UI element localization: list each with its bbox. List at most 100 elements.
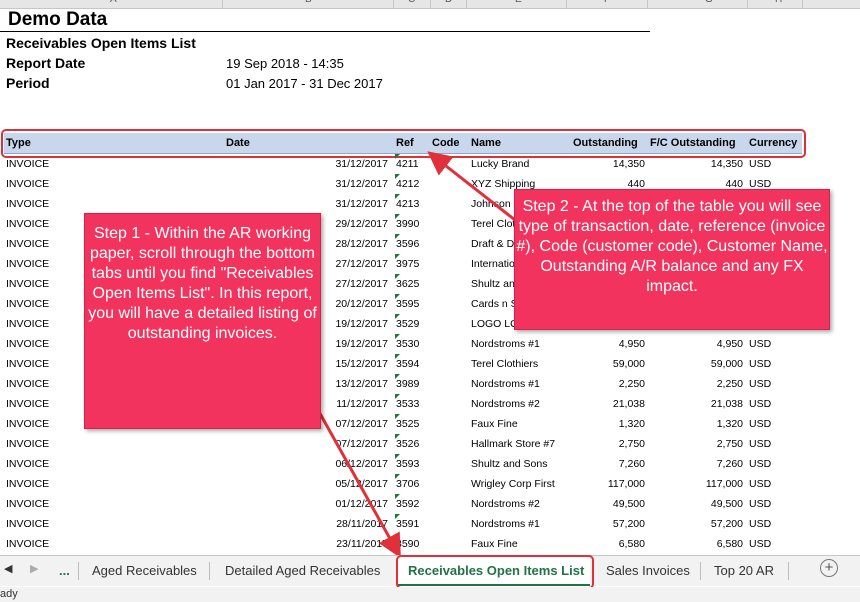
table-row[interactable]: INVOICE 28/11/2017 3591 Nordstroms #1 57,200… <box>0 514 860 534</box>
cell-currency[interactable]: USD <box>749 398 771 410</box>
cell-name[interactable]: Nordstroms #1 <box>471 338 540 350</box>
cell-type[interactable]: INVOICE <box>6 418 49 430</box>
cell-type[interactable]: INVOICE <box>6 298 49 310</box>
cell-type[interactable]: INVOICE <box>6 518 49 530</box>
cell-date[interactable]: 27/12/2017 <box>335 278 388 290</box>
cell-currency[interactable]: USD <box>749 538 771 550</box>
cell-ref[interactable]: 4213 <box>396 198 419 210</box>
cell-type[interactable]: INVOICE <box>6 498 49 510</box>
cell-outstanding[interactable]: 21,038 <box>613 398 645 410</box>
cell-name[interactable]: Nordstroms #1 <box>471 378 540 390</box>
add-sheet-icon[interactable]: + <box>820 559 838 577</box>
cell-fc-outstanding[interactable]: 117,000 <box>706 478 743 490</box>
cell-currency[interactable]: USD <box>749 358 771 370</box>
col-g[interactable]: G <box>705 0 713 5</box>
cell-type[interactable]: INVOICE <box>6 398 49 410</box>
cell-fc-outstanding[interactable]: 6,580 <box>717 538 743 550</box>
cell-currency[interactable]: USD <box>749 338 771 350</box>
cell-type[interactable]: INVOICE <box>6 478 49 490</box>
cell-fc-outstanding[interactable]: 14,350 <box>711 158 743 170</box>
cell-ref[interactable]: 3593 <box>396 458 419 470</box>
cell-name[interactable]: Nordstroms #2 <box>471 498 540 510</box>
cell-name[interactable]: Terel Clothiers <box>471 358 538 370</box>
cell-type[interactable]: INVOICE <box>6 178 49 190</box>
cell-outstanding[interactable]: 6,580 <box>619 538 645 550</box>
cell-type[interactable]: INVOICE <box>6 218 49 230</box>
cell-currency[interactable]: USD <box>749 498 771 510</box>
cell-fc-outstanding[interactable]: 1,320 <box>717 418 743 430</box>
tab-aged-receivables[interactable]: Aged Receivables <box>92 563 197 578</box>
cell-date[interactable]: 11/12/2017 <box>336 398 388 410</box>
cell-ref[interactable]: 3526 <box>396 438 419 450</box>
cell-outstanding[interactable]: 49,500 <box>613 498 645 510</box>
cell-type[interactable]: INVOICE <box>6 378 49 390</box>
cell-outstanding[interactable]: 14,350 <box>613 158 645 170</box>
cell-date[interactable]: 07/12/2017 <box>335 418 388 430</box>
cell-outstanding[interactable]: 59,000 <box>613 358 645 370</box>
cell-type[interactable]: INVOICE <box>6 278 49 290</box>
cell-ref[interactable]: 3525 <box>396 418 419 430</box>
cell-type[interactable]: INVOICE <box>6 198 49 210</box>
cell-outstanding[interactable]: 7,260 <box>619 458 645 470</box>
cell-currency[interactable]: USD <box>749 378 771 390</box>
cell-outstanding[interactable]: 1,320 <box>619 418 645 430</box>
cell-date[interactable]: 01/12/2017 <box>335 498 388 510</box>
scroll-left-icon[interactable]: ◀ <box>4 562 12 575</box>
cell-type[interactable]: INVOICE <box>6 158 49 170</box>
cell-currency[interactable]: USD <box>749 158 771 170</box>
cell-name[interactable]: Internatio <box>471 258 515 270</box>
cell-name[interactable]: Draft & D <box>471 238 514 250</box>
cell-ref[interactable]: 3596 <box>396 238 419 250</box>
cell-ref[interactable]: 4212 <box>396 178 419 190</box>
cell-type[interactable]: INVOICE <box>6 538 49 550</box>
cell-ref[interactable]: 3989 <box>396 378 419 390</box>
cell-date[interactable]: 23/11/2017 <box>336 538 388 550</box>
cell-currency[interactable]: USD <box>749 478 771 490</box>
table-row[interactable]: INVOICE 01/12/2017 3592 Nordstroms #2 49,500… <box>0 494 860 514</box>
cell-date[interactable]: 28/12/2017 <box>335 238 388 250</box>
more-tabs-button[interactable]: ... <box>59 563 70 578</box>
cell-date[interactable]: 31/12/2017 <box>335 158 388 170</box>
table-row[interactable]: INVOICE 23/11/2017 3590 Faux Fine 6,580 6,580… <box>0 534 860 554</box>
cell-ref[interactable]: 3592 <box>396 498 419 510</box>
cell-date[interactable]: 28/11/2017 <box>336 518 388 530</box>
cell-name[interactable]: Terel Clot <box>471 218 515 230</box>
cell-ref[interactable]: 3533 <box>396 398 419 410</box>
cell-name[interactable]: Lucky Brand <box>471 158 529 170</box>
table-row[interactable]: INVOICE 06/12/2017 3593 Shultz and Sons 7,26… <box>0 454 860 474</box>
cell-fc-outstanding[interactable]: 21,038 <box>711 398 743 410</box>
table-row[interactable]: INVOICE 07/12/2017 3526 Hallmark Store #7 2,… <box>0 434 860 454</box>
cell-currency[interactable]: USD <box>749 438 771 450</box>
cell-outstanding[interactable]: 2,750 <box>619 438 645 450</box>
cell-date[interactable]: 31/12/2017 <box>335 198 388 210</box>
cell-type[interactable]: INVOICE <box>6 458 49 470</box>
cell-date[interactable]: 19/12/2017 <box>335 338 388 350</box>
cell-fc-outstanding[interactable]: 2,750 <box>717 438 743 450</box>
cell-date[interactable]: 31/12/2017 <box>335 178 388 190</box>
cell-fc-outstanding[interactable]: 2,250 <box>717 378 743 390</box>
cell-date[interactable]: 19/12/2017 <box>335 318 388 330</box>
table-row[interactable]: INVOICE 05/12/2017 3706 Wrigley Corp First 1… <box>0 474 860 494</box>
cell-date[interactable]: 20/12/2017 <box>335 298 388 310</box>
cell-date[interactable]: 15/12/2017 <box>335 358 388 370</box>
cell-outstanding[interactable]: 57,200 <box>613 518 645 530</box>
cell-outstanding[interactable]: 117,000 <box>608 478 645 490</box>
col-a[interactable]: A <box>110 0 117 5</box>
cell-name[interactable]: Faux Fine <box>471 538 518 550</box>
column-headers[interactable]: A B C D E F G H <box>0 0 860 9</box>
cell-outstanding[interactable]: 4,950 <box>619 338 645 350</box>
col-d[interactable]: D <box>445 0 452 5</box>
cell-outstanding[interactable]: 2,250 <box>619 378 645 390</box>
col-c[interactable]: C <box>408 0 415 5</box>
cell-date[interactable]: 29/12/2017 <box>335 218 388 230</box>
cell-ref[interactable]: 3591 <box>396 518 419 530</box>
cell-type[interactable]: INVOICE <box>6 238 49 250</box>
cell-ref[interactable]: 3975 <box>396 258 419 270</box>
cell-name[interactable]: Faux Fine <box>471 418 518 430</box>
col-e[interactable]: E <box>515 0 522 5</box>
col-f[interactable]: F <box>604 0 610 5</box>
cell-ref[interactable]: 3590 <box>396 538 419 550</box>
cell-type[interactable]: INVOICE <box>6 318 49 330</box>
cell-fc-outstanding[interactable]: 57,200 <box>711 518 743 530</box>
cell-fc-outstanding[interactable]: 4,950 <box>717 338 743 350</box>
